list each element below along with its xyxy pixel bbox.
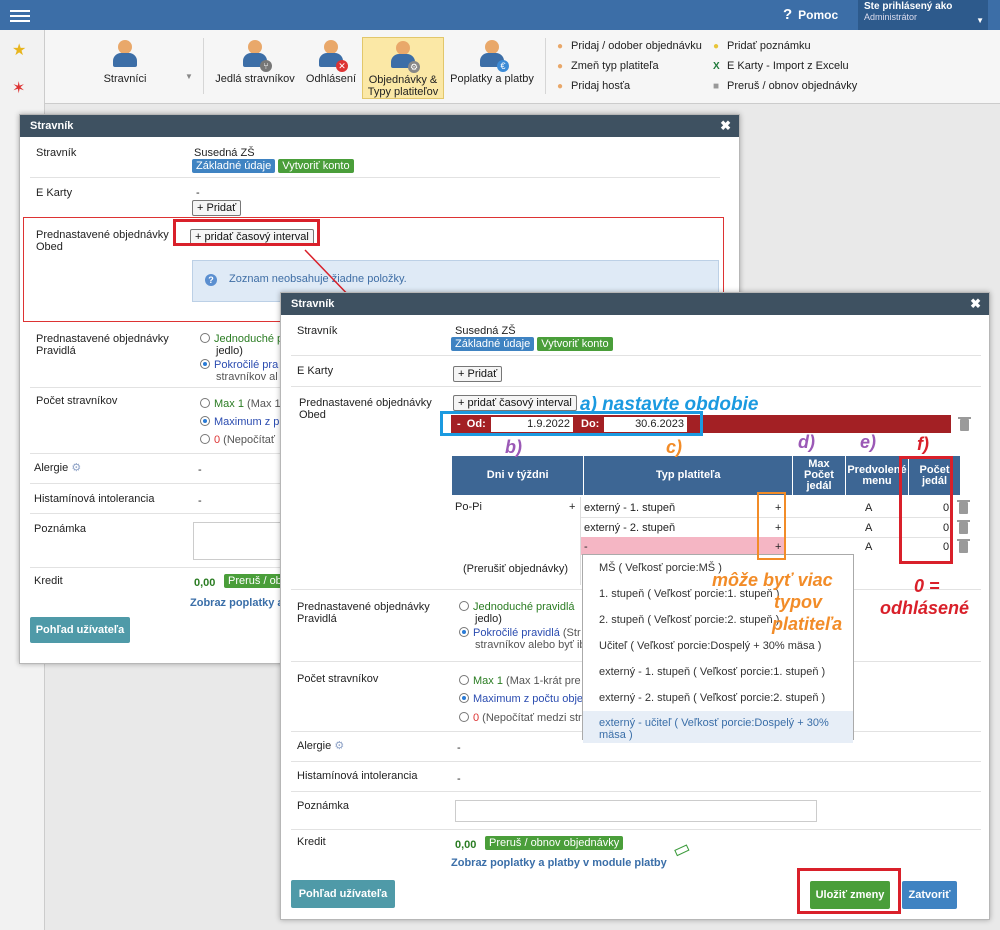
row3-menu: A xyxy=(865,541,873,553)
rule-extra: (Str xyxy=(559,627,581,639)
th-days: Dni v týždni xyxy=(450,455,585,496)
option-ext1[interactable]: externý - 1. stupeň ( Veľkosť porcie:1. … xyxy=(583,659,853,685)
annotation-zero2: odhlásené xyxy=(880,598,970,618)
radio-icon[interactable] xyxy=(459,675,469,685)
option-ucitel[interactable]: Učiteľ ( Veľkosť porcie:Dospelý + 30% mä… xyxy=(583,633,853,659)
annotation-more2: typov xyxy=(774,592,823,612)
fees-link[interactable]: Zobraz poplatky a platby v module platby xyxy=(451,857,667,869)
label-credit: Kredit xyxy=(297,836,326,848)
annotation-c: c) xyxy=(666,437,683,457)
trash-icon[interactable] xyxy=(958,417,971,431)
interrupt-button[interactable]: Preruš / obnov objednávky xyxy=(485,836,624,850)
rule-advanced[interactable]: Pokročilé pravidlá (Str xyxy=(459,627,581,639)
rule-sub: stravníkov alebo byť ib xyxy=(475,639,586,651)
rule-simple[interactable]: Jednoduché pravidlá xyxy=(459,601,575,613)
label-rules: Prednastavené objednávky Pravidlá xyxy=(297,601,430,625)
dialog-title: Stravník ✖ xyxy=(281,293,989,315)
label-count: Počet stravníkov xyxy=(297,673,379,685)
th-max: Max Počet jedál xyxy=(792,455,846,496)
close-button[interactable]: Zatvoriť xyxy=(902,881,957,909)
annotation-f: f) xyxy=(917,434,929,454)
row3-type: - xyxy=(584,541,588,553)
count-label: Maximum z počtu obje xyxy=(473,693,584,705)
label-preset: Prednastavené objednávky Obed xyxy=(299,397,432,421)
count-max1[interactable]: Max 1 (Max 1-krát pre xyxy=(459,675,581,687)
annotation-zero1: 0 = xyxy=(914,576,940,596)
row1-menu: A xyxy=(865,502,873,514)
days-value: Po-Pi xyxy=(455,501,482,513)
user-view-button[interactable]: Pohľad užívateľa xyxy=(291,880,395,908)
option-ext2[interactable]: externý - 2. stupeň ( Veľkosť porcie:2. … xyxy=(583,685,853,711)
radio-icon[interactable] xyxy=(459,601,469,611)
row2-menu: A xyxy=(865,522,873,534)
trash-icon[interactable] xyxy=(957,520,970,534)
rule-label: Pokročilé pravidlá xyxy=(473,627,560,639)
create-account-button[interactable]: Vytvoriť konto xyxy=(537,337,613,351)
basic-data-button[interactable]: Základné údaje xyxy=(451,337,535,351)
row1-type: externý - 1. stupeň xyxy=(584,502,676,514)
label-allergy: Alergie ⚙ xyxy=(297,740,344,752)
interrupt-orders-link[interactable]: (Prerušiť objednávky) xyxy=(463,563,568,575)
hist-value: - xyxy=(457,773,461,785)
label-ekarty: E Karty xyxy=(297,365,334,377)
annotation-more1: môže byť viac xyxy=(712,570,833,590)
highlight-count xyxy=(899,456,953,564)
count-maximum[interactable]: Maximum z počtu obje xyxy=(459,693,583,705)
annotation-d: d) xyxy=(798,432,815,452)
note-input[interactable] xyxy=(455,800,817,822)
highlight-save xyxy=(797,868,901,914)
allergy-value: - xyxy=(457,742,461,754)
gear-icon[interactable]: ⚙ xyxy=(334,740,344,752)
annotation-a: a) nastavte obdobie xyxy=(580,394,759,415)
label-note: Poznámka xyxy=(297,800,349,812)
annotation-more3: platiteľa xyxy=(772,614,843,634)
rule-label: Jednoduché pravidlá xyxy=(473,601,575,613)
radio-icon[interactable] xyxy=(459,627,469,637)
highlight-plus xyxy=(757,492,786,560)
th-payer-type: Typ platiteľa xyxy=(583,455,794,496)
annotation-e: e) xyxy=(860,432,877,452)
payer-select[interactable] xyxy=(581,537,785,555)
dialog-title-text: Stravník xyxy=(291,298,335,310)
allergy-text: Alergie xyxy=(297,740,332,752)
count-zero[interactable]: 0 (Nepočítať medzi str xyxy=(459,712,582,724)
option-ext-ucitel[interactable]: externý - učiteľ ( Veľkosť porcie:Dospel… xyxy=(583,711,853,743)
trash-icon[interactable] xyxy=(957,500,970,514)
count-sub: (Nepočítať medzi str xyxy=(479,712,582,724)
add-interval-button[interactable]: + pridať časový interval xyxy=(453,395,577,411)
basic-tags: Základné údaje Vytvoriť konto xyxy=(451,337,613,351)
row2-type: externý - 2. stupeň xyxy=(584,522,676,534)
money-icon: ▭ xyxy=(669,836,694,862)
close-icon[interactable]: ✖ xyxy=(970,293,981,315)
credit-value: 0,00 xyxy=(455,839,477,851)
payer-table: Dni v týždni Typ platiteľa Max Počet jed… xyxy=(450,455,961,496)
stravnik-value: Susedná ZŠ xyxy=(455,325,516,337)
add-day-button[interactable]: + xyxy=(569,501,575,513)
add-ekarta-button[interactable]: + Pridať xyxy=(453,366,503,382)
count-sub: (Max 1-krát pre xyxy=(502,675,581,687)
radio-icon[interactable] xyxy=(459,693,469,703)
radio-icon[interactable] xyxy=(459,712,469,722)
annotation-b: b) xyxy=(505,437,522,457)
rule-sub: jedlo) xyxy=(475,613,502,625)
trash-icon[interactable] xyxy=(957,539,970,553)
label-hist: Histamínová intolerancia xyxy=(297,770,418,782)
label-stravnik: Stravník xyxy=(297,325,338,337)
count-label: Max 1 xyxy=(473,675,503,687)
